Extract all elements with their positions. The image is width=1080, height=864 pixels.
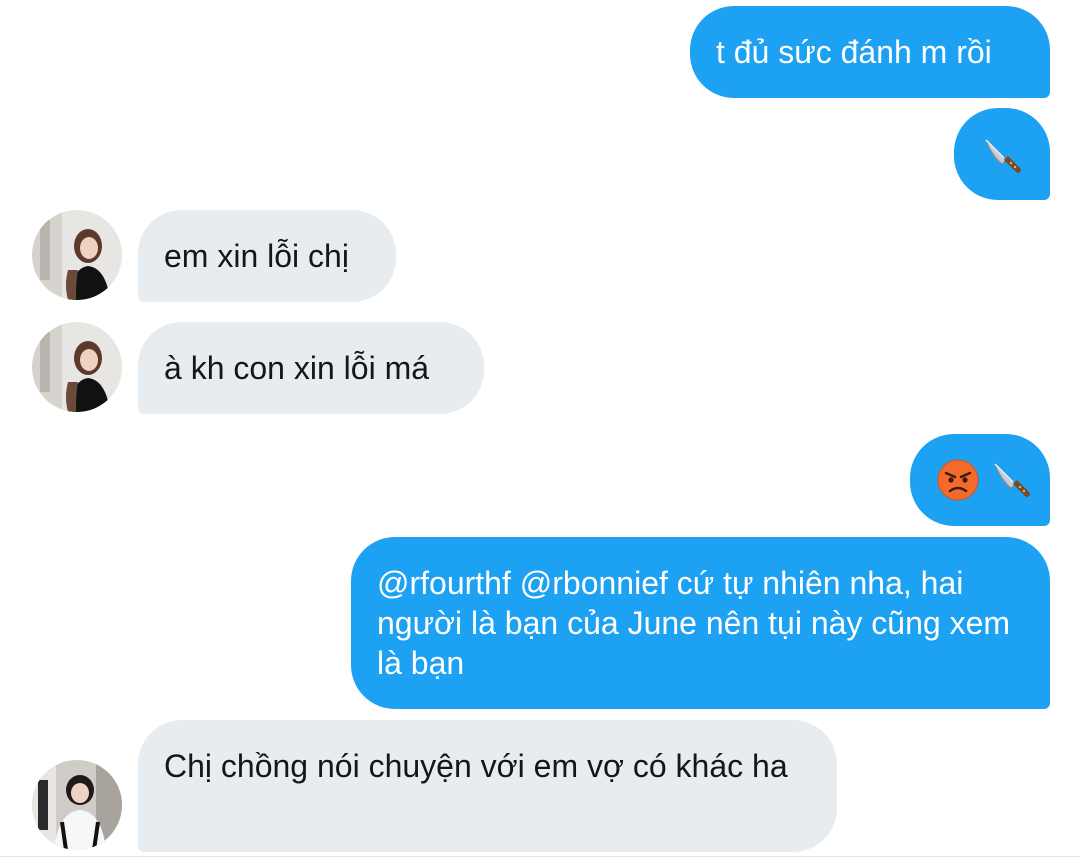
sent-message-bubble[interactable]: t đủ sức đánh m rồi: [690, 6, 1050, 98]
sent-message-bubble[interactable]: [910, 434, 1050, 526]
message-text: Chị chồng nói chuyện với em vợ có khác h…: [164, 748, 788, 784]
knife-emoji-icon: [980, 134, 1024, 187]
message-text: @rfourthf @rbonnief cứ tự nhiên nha, hai…: [377, 565, 1011, 681]
received-message-bubble[interactable]: à kh con xin lỗi má: [138, 322, 484, 414]
avatar[interactable]: [32, 322, 122, 412]
message-text: t đủ sức đánh m rồi: [716, 34, 992, 70]
avatar[interactable]: [32, 210, 122, 300]
knife-emoji-icon: [989, 458, 1033, 511]
divider: [0, 856, 1080, 857]
sent-message-bubble[interactable]: [954, 108, 1050, 200]
message-text: à kh con xin lỗi má: [164, 350, 430, 386]
received-message-bubble[interactable]: em xin lỗi chị: [138, 210, 396, 302]
message-text: em xin lỗi chị: [164, 238, 349, 274]
avatar[interactable]: [32, 760, 122, 850]
received-message-bubble[interactable]: Chị chồng nói chuyện với em vợ có khác h…: [138, 720, 837, 852]
angry-face-icon: [936, 458, 980, 511]
sent-message-bubble[interactable]: @rfourthf @rbonnief cứ tự nhiên nha, hai…: [351, 537, 1050, 709]
